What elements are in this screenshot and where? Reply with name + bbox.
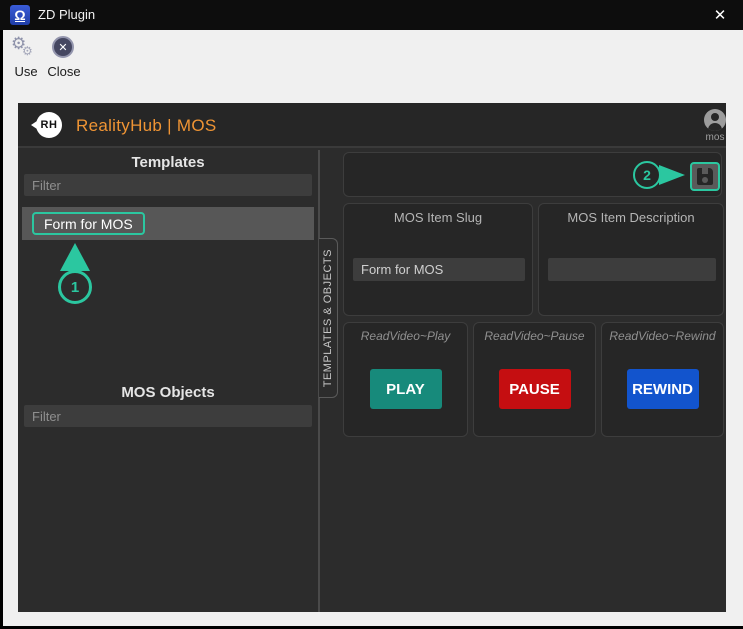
annotation-2-arrow <box>659 165 685 185</box>
omega-app-icon: Ω <box>10 5 30 25</box>
realityhub-logo: RH <box>36 112 62 138</box>
close-circle-icon: ✕ <box>52 36 74 58</box>
zd-plugin-window: Ω ZD Plugin ✕ ⚙ ⚙ Use ✕ Close RH Reality… <box>0 0 743 629</box>
template-list-item[interactable]: Form for MOS <box>22 207 314 240</box>
play-button[interactable]: PLAY <box>370 369 442 409</box>
mos-item-slug-title: MOS Item Slug <box>344 210 532 225</box>
readvideo-rewind-label: ReadVideo~Rewind <box>602 329 723 343</box>
tab-label: TEMPLATES & OBJECTS <box>322 249 334 387</box>
gears-icon-small: ⚙ <box>22 45 33 57</box>
title-bar: Ω ZD Plugin ✕ <box>0 0 743 30</box>
floppy-slot <box>702 168 708 174</box>
floppy-disc <box>702 177 708 183</box>
use-button[interactable]: ⚙ ⚙ Use <box>5 34 47 86</box>
readvideo-rewind-panel: ReadVideo~Rewind REWIND <box>601 322 724 437</box>
mos-item-slug-panel: MOS Item Slug <box>343 203 533 316</box>
mos-item-description-panel: MOS Item Description <box>538 203 724 316</box>
template-item-label: Form for MOS <box>32 212 145 235</box>
user-avatar-head <box>711 113 719 121</box>
readvideo-pause-label: ReadVideo~Pause <box>474 329 595 343</box>
user-avatar-icon[interactable] <box>704 109 726 131</box>
templates-filter-input[interactable] <box>24 174 312 196</box>
window-title: ZD Plugin <box>38 0 95 30</box>
annotation-1-badge: 1 <box>58 270 92 304</box>
user-avatar-body <box>708 123 722 131</box>
save-button[interactable] <box>690 162 720 191</box>
tab-templates-and-objects[interactable]: TEMPLATES & OBJECTS <box>319 238 338 398</box>
mos-item-slug-input[interactable] <box>353 258 525 281</box>
templates-section-title: Templates <box>18 154 318 171</box>
annotation-2-badge: 2 <box>633 161 661 189</box>
readvideo-play-label: ReadVideo~Play <box>344 329 467 343</box>
mos-item-description-title: MOS Item Description <box>539 210 723 225</box>
window-left-border <box>0 30 3 629</box>
floppy-disk-icon <box>697 168 713 185</box>
window-close-button[interactable]: ✕ <box>705 0 735 30</box>
ribbon-toolbar: ⚙ ⚙ Use ✕ Close <box>3 30 743 88</box>
hub-brand-title: RealityHub | MOS <box>76 103 217 148</box>
readvideo-play-panel: ReadVideo~Play PLAY <box>343 322 468 437</box>
close-button[interactable]: ✕ Close <box>43 34 85 86</box>
mos-objects-section-title: MOS Objects <box>18 384 318 401</box>
user-name-label: mos <box>696 132 734 143</box>
hub-header: RH RealityHub | MOS mos <box>18 103 726 148</box>
pause-button[interactable]: PAUSE <box>499 369 571 409</box>
use-button-label: Use <box>5 64 47 79</box>
templates-sidebar: Templates Form for MOS 1 MOS Objects <box>18 150 318 612</box>
annotation-1-arrow <box>60 243 90 271</box>
mos-objects-filter-input[interactable] <box>24 405 312 427</box>
close-button-label: Close <box>43 64 85 79</box>
realityhub-panel: RH RealityHub | MOS mos Templates Form f… <box>18 103 726 612</box>
readvideo-pause-panel: ReadVideo~Pause PAUSE <box>473 322 596 437</box>
rewind-button[interactable]: REWIND <box>627 369 699 409</box>
mos-item-description-input[interactable] <box>548 258 716 281</box>
